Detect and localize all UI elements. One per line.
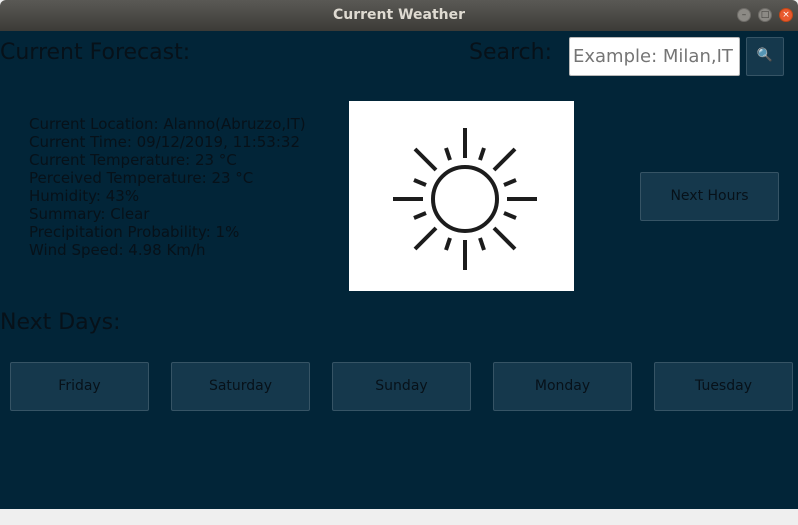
minimize-icon[interactable]: –: [737, 8, 751, 22]
precipitation-probability: Precipitation Probability: 1%: [29, 223, 240, 241]
day-button-saturday[interactable]: Saturday: [171, 362, 310, 411]
search-input[interactable]: [569, 37, 740, 76]
current-location: Current Location: Alanno(Abruzzo,IT): [29, 115, 306, 133]
summary: Summary: Clear: [29, 205, 150, 223]
window-title: Current Weather: [332, 7, 466, 23]
search-label: Search:: [469, 40, 552, 65]
perceived-temperature: Perceived Temperature: 23 °C: [29, 169, 254, 187]
maximize-icon[interactable]: □: [758, 8, 772, 22]
current-time: Current Time: 09/12/2019, 11:53:32: [29, 133, 300, 151]
current-temperature: Current Temperature: 23 °C: [29, 151, 237, 169]
weather-image: [349, 101, 574, 291]
close-icon[interactable]: ×: [779, 8, 793, 22]
sun-icon: [393, 128, 537, 270]
humidity: Humidity: 43%: [29, 187, 140, 205]
search-icon: 🔍: [756, 48, 774, 63]
main-content: Current Forecast: Search: 🔍 Current Loca…: [0, 31, 798, 509]
day-button-tuesday[interactable]: Tuesday: [654, 362, 793, 411]
next-days-heading: Next Days:: [0, 310, 121, 335]
search-button[interactable]: 🔍: [746, 37, 784, 76]
wind-speed: Wind Speed: 4.98 Km/h: [29, 241, 206, 259]
day-button-monday[interactable]: Monday: [493, 362, 632, 411]
day-button-friday[interactable]: Friday: [10, 362, 149, 411]
window-titlebar: Current Weather – □ ×: [0, 0, 798, 31]
current-forecast-heading: Current Forecast:: [0, 40, 191, 65]
next-hours-button[interactable]: Next Hours: [640, 172, 779, 221]
weather-info: Current Location: Alanno(Abruzzo,IT) Cur…: [29, 115, 306, 259]
day-button-sunday[interactable]: Sunday: [332, 362, 471, 411]
window-bottom-edge: [0, 509, 798, 525]
